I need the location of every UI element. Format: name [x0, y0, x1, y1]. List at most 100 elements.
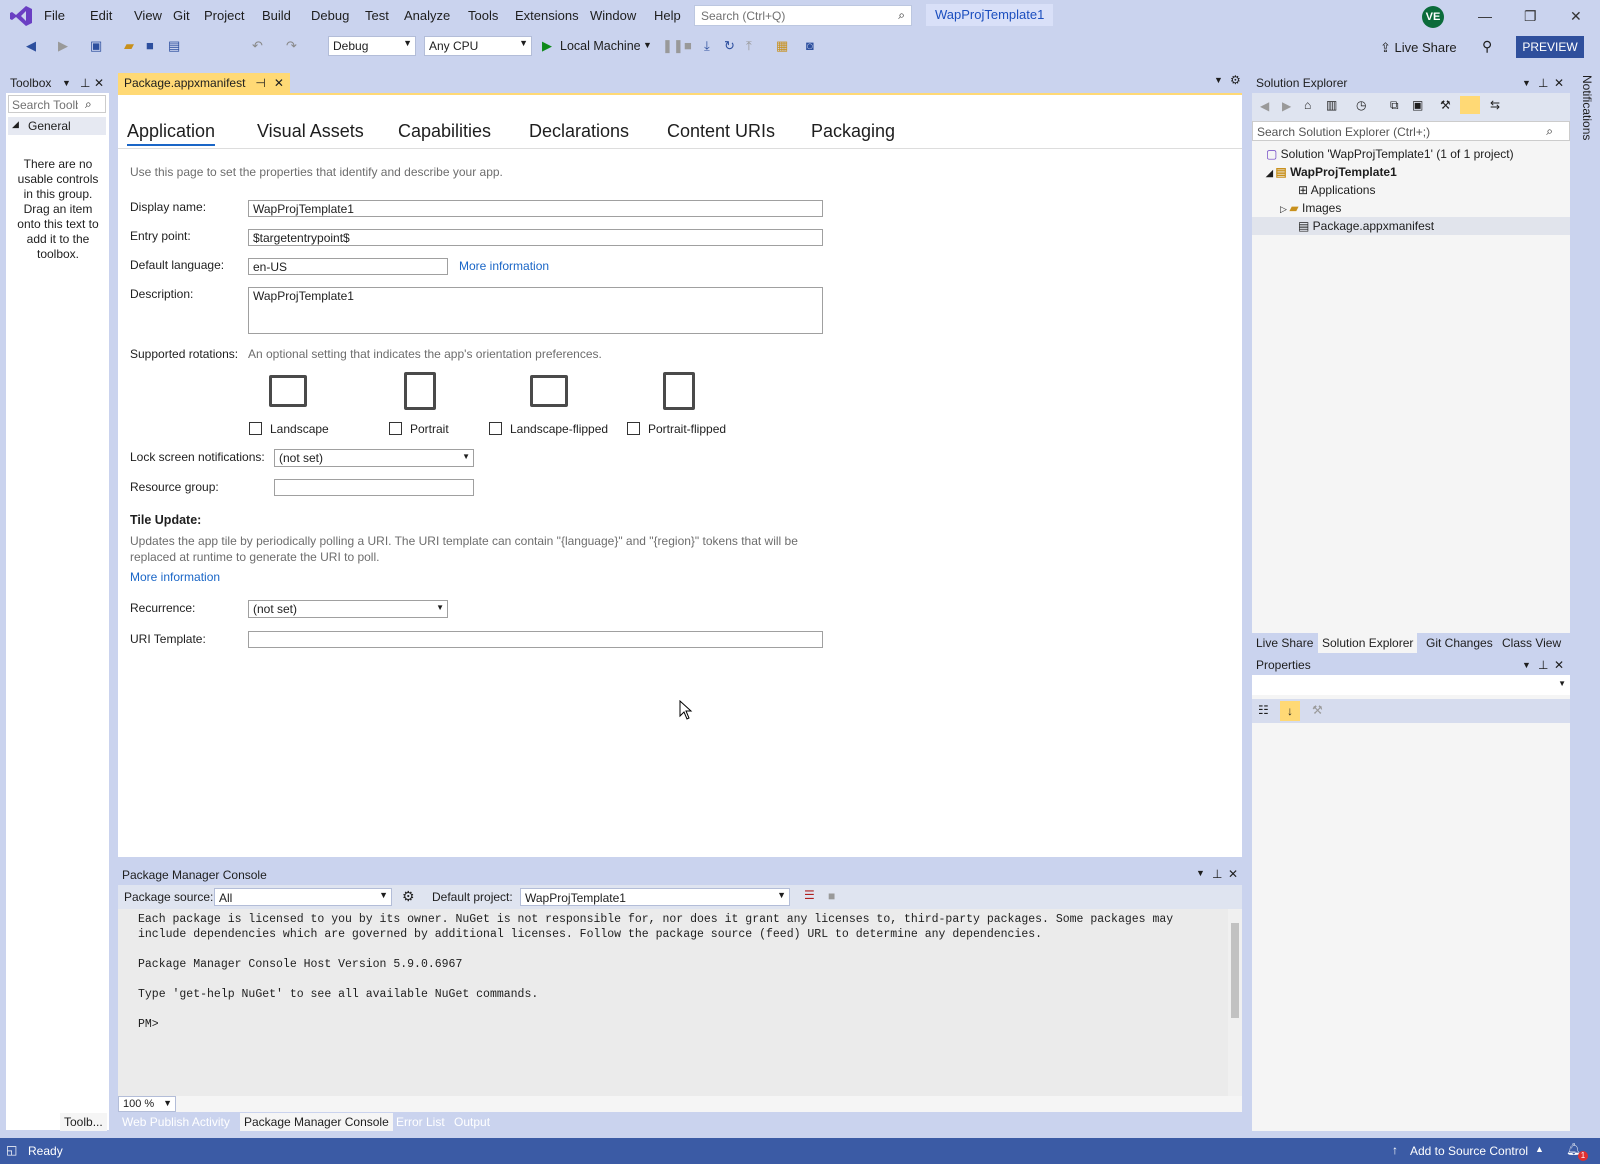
lock-screen-select[interactable]: (not set) ▼: [274, 449, 474, 467]
close-icon[interactable]: ✕: [274, 76, 284, 90]
forward-icon[interactable]: ▶: [1282, 99, 1291, 113]
show-all-files-icon[interactable]: ▣: [1412, 98, 1423, 112]
tile-more-information-link[interactable]: More information: [130, 570, 220, 584]
console-scrollbar[interactable]: [1228, 909, 1242, 1096]
preview-badge[interactable]: PREVIEW: [1516, 36, 1584, 58]
tab-solution-explorer[interactable]: Solution Explorer: [1318, 633, 1418, 653]
tab-git-changes[interactable]: Git Changes: [1426, 636, 1493, 650]
pin-icon[interactable]: ⊥: [80, 73, 90, 93]
chevron-down-icon[interactable]: ▼: [1196, 868, 1205, 878]
menu-build[interactable]: Build: [262, 8, 291, 23]
home-icon[interactable]: ⌂: [1304, 98, 1311, 112]
close-icon[interactable]: ✕: [1554, 73, 1564, 93]
preview-selected-icon[interactable]: [1460, 96, 1480, 114]
tab-packaging[interactable]: Packaging: [811, 121, 895, 142]
portrait-flipped-checkbox[interactable]: [627, 422, 640, 435]
restore-icon[interactable]: ❐: [1524, 8, 1537, 25]
gear-icon[interactable]: ⚙: [402, 888, 415, 905]
menu-window[interactable]: Window: [590, 8, 636, 23]
tab-live-share[interactable]: Live Share: [1256, 636, 1313, 650]
console-output[interactable]: Each package is licensed to you by its o…: [118, 909, 1228, 1096]
categorized-icon[interactable]: ☷: [1258, 703, 1269, 717]
tab-package-manager-console[interactable]: Package Manager Console: [240, 1113, 393, 1131]
platform-select[interactable]: Any CPU ▼: [424, 36, 532, 56]
avatar[interactable]: VE: [1422, 6, 1444, 28]
undo-icon[interactable]: ↶: [252, 38, 263, 54]
display-name-field[interactable]: WapProjTemplate1: [248, 200, 823, 217]
close-icon[interactable]: ✕: [1570, 8, 1582, 25]
properties-wrench-icon[interactable]: ⚒: [1440, 98, 1451, 112]
stop-icon[interactable]: ■: [828, 889, 835, 903]
back-icon[interactable]: ◀: [1260, 99, 1269, 113]
chevron-down-icon[interactable]: ▼: [1522, 73, 1531, 93]
gear-icon[interactable]: ⚙: [1230, 73, 1241, 87]
minimize-icon[interactable]: —: [1478, 8, 1492, 24]
tab-toolbox[interactable]: Toolb...: [60, 1113, 107, 1131]
clear-console-icon[interactable]: ☰: [804, 888, 815, 902]
alphabetical-icon[interactable]: ↓: [1280, 701, 1300, 721]
document-tab[interactable]: Package.appxmanifest ⊣ ✕: [118, 73, 290, 93]
pin-icon[interactable]: ⊥: [1538, 73, 1548, 93]
history-icon[interactable]: ◷: [1356, 98, 1366, 112]
tab-visual-assets[interactable]: Visual Assets: [257, 121, 364, 142]
solution-search-input[interactable]: Search Solution Explorer (Ctrl+;) ⌕: [1252, 121, 1570, 141]
package-source-select[interactable]: All ▼: [214, 888, 392, 906]
menu-view[interactable]: View: [134, 8, 162, 23]
tree-item-applications[interactable]: ⊞ Applications: [1298, 183, 1375, 197]
find-in-files-icon[interactable]: ▦: [776, 38, 788, 54]
feedback-icon[interactable]: ⚲: [1482, 38, 1492, 55]
pause-icon[interactable]: ❚❚: [662, 38, 684, 54]
description-field[interactable]: WapProjTemplate1: [248, 287, 823, 334]
menu-git[interactable]: Git: [173, 8, 190, 23]
pin-icon[interactable]: ⊥: [1212, 867, 1222, 881]
entry-point-field[interactable]: $targetentrypoint$: [248, 229, 823, 246]
menu-edit[interactable]: Edit: [90, 8, 112, 23]
tree-item-images[interactable]: ▷ ▰ Images: [1280, 201, 1341, 215]
live-share-button[interactable]: ⇪ Live Share: [1380, 40, 1457, 56]
toolbox-group-general[interactable]: ◢ General: [8, 117, 106, 135]
close-icon[interactable]: ✕: [1228, 867, 1238, 881]
new-project-icon[interactable]: ▣: [90, 38, 102, 54]
menu-debug[interactable]: Debug: [311, 8, 349, 23]
notifications-side-tab[interactable]: Notifications: [1574, 75, 1594, 155]
solution-node[interactable]: ▢ Solution 'WapProjTemplate1' (1 of 1 pr…: [1266, 147, 1514, 161]
start-debug-icon[interactable]: ▶: [542, 38, 552, 54]
more-information-link[interactable]: More information: [459, 259, 549, 273]
tab-capabilities[interactable]: Capabilities: [398, 121, 491, 142]
camera-icon[interactable]: ◙: [806, 38, 814, 53]
step-out-icon[interactable]: ⤒: [746, 38, 752, 54]
menu-file[interactable]: File: [44, 8, 65, 23]
zoom-select[interactable]: 100 % ▼: [118, 1096, 176, 1112]
default-project-select[interactable]: WapProjTemplate1 ▼: [520, 888, 790, 906]
redo-icon[interactable]: ↷: [286, 38, 297, 54]
chevron-down-icon[interactable]: ▼: [643, 40, 652, 50]
open-folder-icon[interactable]: ▰: [124, 38, 134, 54]
tab-output[interactable]: Output: [450, 1113, 494, 1131]
tab-declarations[interactable]: Declarations: [529, 121, 629, 142]
close-icon[interactable]: ✕: [94, 73, 104, 93]
chevron-down-icon[interactable]: ▼: [1214, 75, 1223, 85]
menu-test[interactable]: Test: [365, 8, 389, 23]
menu-analyze[interactable]: Analyze: [404, 8, 450, 23]
add-to-source-control-button[interactable]: Add to Source Control: [1410, 1144, 1528, 1158]
tab-class-view[interactable]: Class View: [1502, 636, 1561, 650]
search-input[interactable]: Search (Ctrl+Q) ⌕: [694, 5, 912, 26]
menu-tools[interactable]: Tools: [468, 8, 498, 23]
landscape-checkbox[interactable]: [249, 422, 262, 435]
tab-web-publish-activity[interactable]: Web Publish Activity: [118, 1113, 234, 1131]
switch-views-icon[interactable]: ▥: [1326, 98, 1337, 112]
resource-group-field[interactable]: [274, 479, 474, 496]
tab-content-uris[interactable]: Content URIs: [667, 121, 775, 142]
uri-template-field[interactable]: [248, 631, 823, 648]
project-node[interactable]: ◢ ▤ WapProjTemplate1: [1266, 165, 1397, 179]
stop-icon[interactable]: ■: [684, 38, 692, 53]
menu-extensions[interactable]: Extensions: [515, 8, 579, 23]
sync-icon[interactable]: ⇆: [1490, 98, 1500, 112]
tree-item-package-appxmanifest[interactable]: ▤ Package.appxmanifest: [1298, 219, 1434, 233]
chevron-down-icon[interactable]: ▼: [1522, 655, 1531, 675]
pin-icon[interactable]: ⊣: [255, 76, 265, 90]
step-over-icon[interactable]: ↻: [724, 38, 735, 54]
configuration-select[interactable]: Debug ▼: [328, 36, 416, 56]
save-icon[interactable]: ■: [146, 38, 154, 53]
chevron-up-icon[interactable]: ▲: [1535, 1144, 1544, 1154]
